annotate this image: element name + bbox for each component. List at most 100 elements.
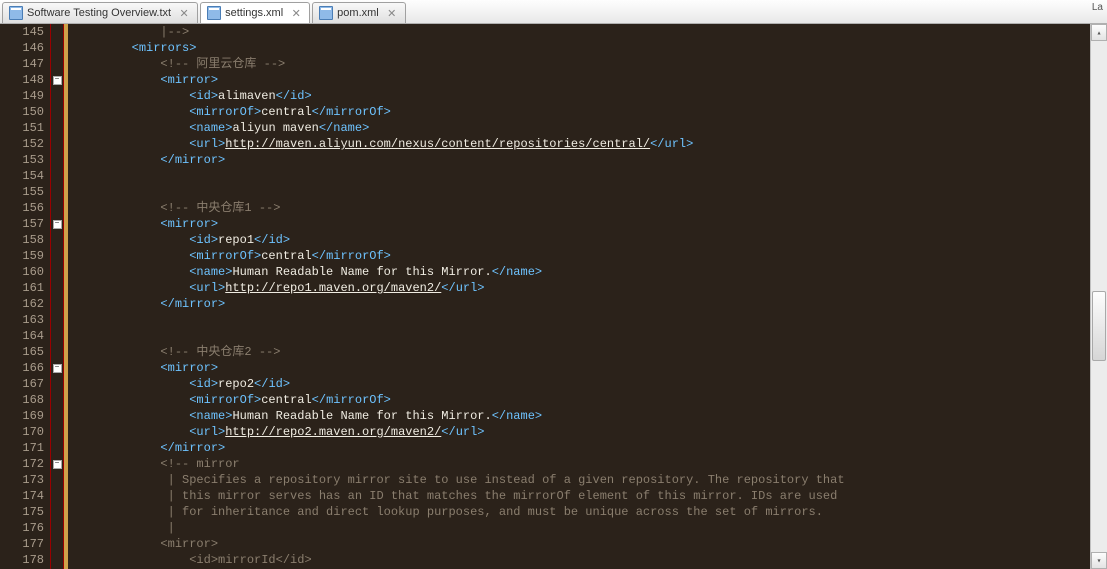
line-number: 155 xyxy=(0,184,44,200)
code-line[interactable]: |--> xyxy=(74,24,1090,40)
line-number: 172 xyxy=(0,456,44,472)
fold-spacer xyxy=(51,40,63,56)
code-line[interactable]: <mirrorOf>central</mirrorOf> xyxy=(74,248,1090,264)
fold-spacer xyxy=(51,232,63,248)
code-line[interactable]: | this mirror serves has an ID that matc… xyxy=(74,488,1090,504)
close-icon[interactable]: ✕ xyxy=(177,6,191,20)
code-line[interactable]: | xyxy=(74,520,1090,536)
code-line[interactable]: <mirrorOf>central</mirrorOf> xyxy=(74,104,1090,120)
code-line[interactable]: <mirror> xyxy=(74,536,1090,552)
fold-spacer xyxy=(51,24,63,40)
close-icon[interactable]: ✕ xyxy=(385,6,399,20)
line-number: 157 xyxy=(0,216,44,232)
fold-spacer xyxy=(51,520,63,536)
fold-spacer xyxy=(51,392,63,408)
line-number: 148 xyxy=(0,72,44,88)
tab-file-2[interactable]: pom.xml ✕ xyxy=(312,2,406,23)
tab-label: settings.xml xyxy=(225,7,283,19)
close-icon[interactable]: ✕ xyxy=(289,6,303,20)
line-number: 146 xyxy=(0,40,44,56)
line-number: 168 xyxy=(0,392,44,408)
code-line[interactable]: </mirror> xyxy=(74,152,1090,168)
scroll-thumb[interactable] xyxy=(1092,291,1106,361)
fold-spacer xyxy=(51,184,63,200)
code-line[interactable]: <url>http://repo2.maven.org/maven2/</url… xyxy=(74,424,1090,440)
vertical-scrollbar[interactable]: ▴ ▾ xyxy=(1090,24,1107,569)
line-number: 167 xyxy=(0,376,44,392)
fold-spacer xyxy=(51,296,63,312)
fold-column[interactable]: − − − − xyxy=(50,24,64,569)
fold-spacer xyxy=(51,168,63,184)
code-line[interactable]: <name>Human Readable Name for this Mirro… xyxy=(74,408,1090,424)
code-line[interactable]: <id>repo1</id> xyxy=(74,232,1090,248)
line-number: 152 xyxy=(0,136,44,152)
code-line[interactable]: <mirror> xyxy=(74,72,1090,88)
file-icon xyxy=(207,6,221,20)
fold-spacer xyxy=(51,136,63,152)
fold-spacer xyxy=(51,248,63,264)
fold-collapse-icon[interactable]: − xyxy=(51,456,63,472)
line-number: 175 xyxy=(0,504,44,520)
code-line[interactable]: <mirror> xyxy=(74,216,1090,232)
code-line[interactable]: <name>Human Readable Name for this Mirro… xyxy=(74,264,1090,280)
window-corner-label: La xyxy=(1092,2,1103,13)
code-line[interactable]: <id>alimaven</id> xyxy=(74,88,1090,104)
fold-collapse-icon[interactable]: − xyxy=(51,72,63,88)
line-number: 173 xyxy=(0,472,44,488)
code-line[interactable]: </mirror> xyxy=(74,296,1090,312)
code-line[interactable]: <!-- 阿里云仓库 --> xyxy=(74,56,1090,72)
line-number: 164 xyxy=(0,328,44,344)
scroll-down-button[interactable]: ▾ xyxy=(1091,552,1107,569)
code-line[interactable] xyxy=(74,184,1090,200)
line-number: 161 xyxy=(0,280,44,296)
code-line[interactable]: <id>mirrorId</id> xyxy=(74,552,1090,568)
fold-spacer xyxy=(51,312,63,328)
fold-spacer xyxy=(51,536,63,552)
fold-spacer xyxy=(51,472,63,488)
code-line[interactable]: </mirror> xyxy=(74,440,1090,456)
code-line[interactable] xyxy=(74,168,1090,184)
fold-spacer xyxy=(51,104,63,120)
line-number-gutter: 1451461471481491501511521531541551561571… xyxy=(0,24,50,569)
code-line[interactable]: | Specifies a repository mirror site to … xyxy=(74,472,1090,488)
code-line[interactable]: <mirrors> xyxy=(74,40,1090,56)
scroll-track[interactable] xyxy=(1091,41,1107,552)
code-line[interactable]: | for inheritance and direct lookup purp… xyxy=(74,504,1090,520)
code-line[interactable] xyxy=(74,328,1090,344)
line-number: 171 xyxy=(0,440,44,456)
fold-spacer xyxy=(51,152,63,168)
fold-spacer xyxy=(51,504,63,520)
fold-spacer xyxy=(51,488,63,504)
code-line[interactable]: <url>http://repo1.maven.org/maven2/</url… xyxy=(74,280,1090,296)
fold-spacer xyxy=(51,56,63,72)
line-number: 176 xyxy=(0,520,44,536)
tab-label: pom.xml xyxy=(337,7,379,19)
fold-spacer xyxy=(51,264,63,280)
fold-spacer xyxy=(51,344,63,360)
fold-collapse-icon[interactable]: − xyxy=(51,360,63,376)
code-line[interactable]: <mirror> xyxy=(74,360,1090,376)
line-number: 169 xyxy=(0,408,44,424)
fold-spacer xyxy=(51,280,63,296)
line-number: 163 xyxy=(0,312,44,328)
code-line[interactable]: <name>aliyun maven</name> xyxy=(74,120,1090,136)
code-line[interactable]: <!-- mirror xyxy=(74,456,1090,472)
scroll-up-button[interactable]: ▴ xyxy=(1091,24,1107,41)
code-content[interactable]: |--> <mirrors> <!-- 阿里云仓库 --> <mirror> <… xyxy=(68,24,1090,569)
code-line[interactable]: <!-- 中央仓库1 --> xyxy=(74,200,1090,216)
code-line[interactable] xyxy=(74,312,1090,328)
line-number: 156 xyxy=(0,200,44,216)
code-line[interactable]: <url>http://maven.aliyun.com/nexus/conte… xyxy=(74,136,1090,152)
file-icon xyxy=(319,6,333,20)
tab-label: Software Testing Overview.txt xyxy=(27,7,171,19)
line-number: 150 xyxy=(0,104,44,120)
code-line[interactable]: <!-- 中央仓库2 --> xyxy=(74,344,1090,360)
line-number: 165 xyxy=(0,344,44,360)
line-number: 160 xyxy=(0,264,44,280)
tab-file-0[interactable]: Software Testing Overview.txt ✕ xyxy=(2,2,198,23)
tab-file-1[interactable]: settings.xml ✕ xyxy=(200,2,310,23)
code-line[interactable]: <id>repo2</id> xyxy=(74,376,1090,392)
fold-spacer xyxy=(51,408,63,424)
code-line[interactable]: <mirrorOf>central</mirrorOf> xyxy=(74,392,1090,408)
fold-collapse-icon[interactable]: − xyxy=(51,216,63,232)
